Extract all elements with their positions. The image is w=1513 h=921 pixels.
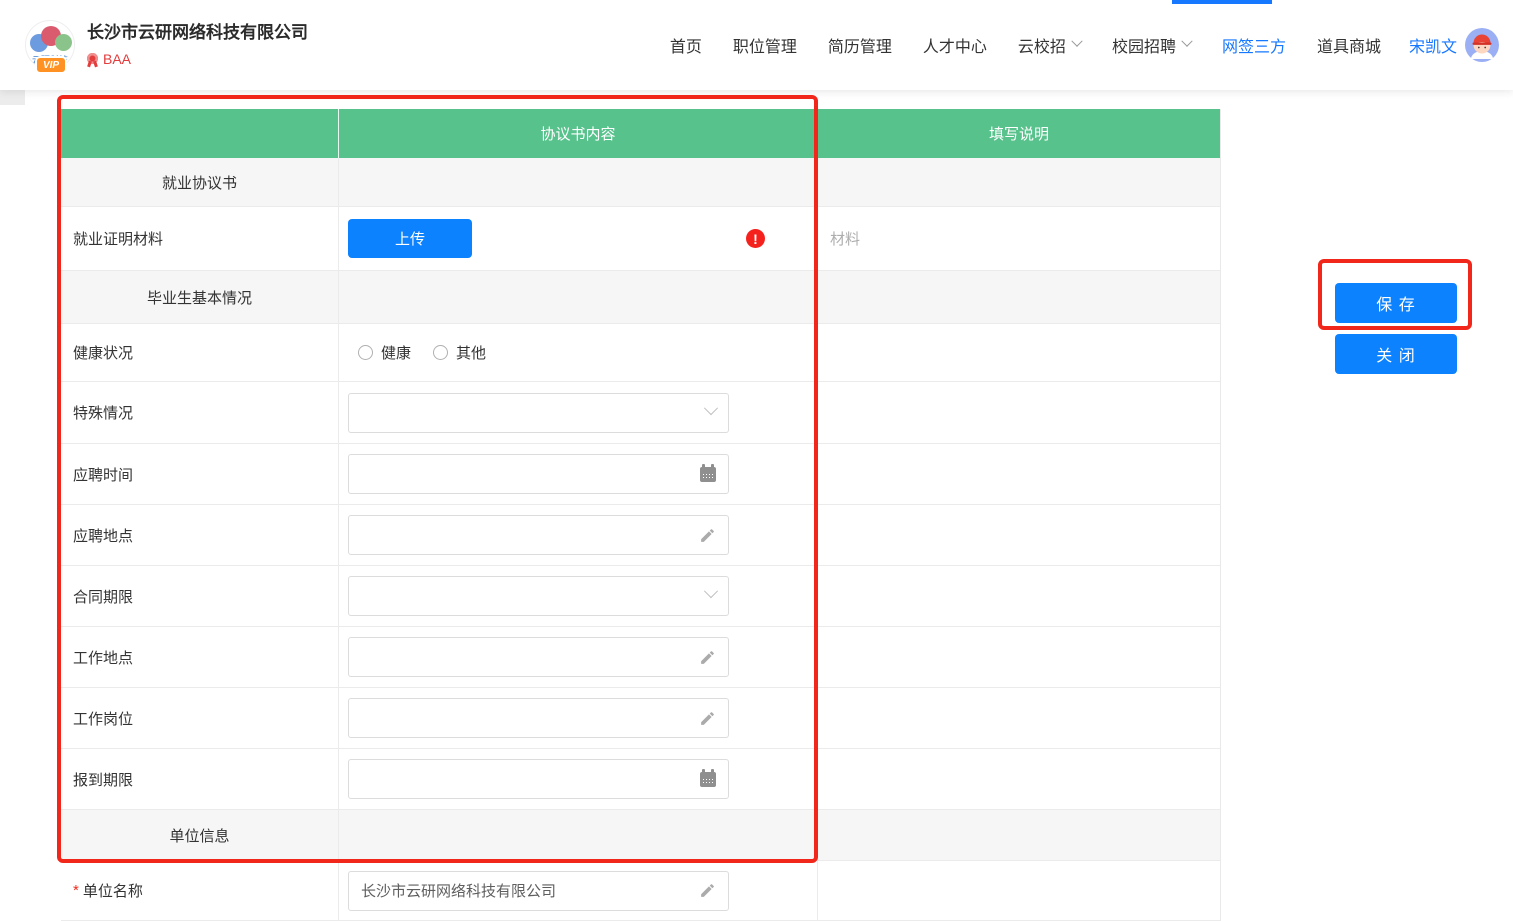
field-row-apply-time: 应聘时间 [61, 444, 1220, 505]
radio-icon[interactable] [358, 345, 373, 360]
header-cell-agreement-content: 协议书内容 [339, 109, 818, 158]
section-title: 单位信息 [73, 825, 338, 846]
section-title: 毕业生基本情况 [73, 287, 338, 308]
error-exclamation-icon: ! [746, 229, 765, 248]
nav-item-resumes[interactable]: 简历管理 [828, 33, 892, 57]
section-row-company-info: 单位信息 [61, 810, 1220, 861]
section-row-employment-agreement: 就业协议书 [61, 158, 1220, 207]
nav-item-props-mall[interactable]: 道具商城 [1317, 33, 1381, 57]
chevron-down-icon [1181, 35, 1192, 46]
report-deadline-datepicker[interactable] [348, 759, 729, 799]
field-row-special-situation: 特殊情况 [61, 382, 1220, 444]
pencil-icon [699, 882, 716, 899]
field-label: 就业证明材料 [61, 207, 339, 270]
calendar-icon [700, 772, 716, 787]
agreement-table: 协议书内容 填写说明 就业协议书 就业证明材料 上传 ! 材料 毕业生基本情况 … [61, 109, 1221, 921]
health-radio-healthy[interactable]: 健康 [358, 342, 411, 363]
required-asterisk: * [73, 882, 79, 899]
field-row-health-status: 健康状况 健康 其他 [61, 324, 1220, 382]
apply-place-input[interactable] [348, 515, 729, 555]
brand-block: 长沙市云研网络科技有限公司 BAA [87, 23, 308, 66]
vip-badge: VIP [35, 56, 67, 74]
pencil-icon [699, 527, 716, 544]
nav-item-jobs[interactable]: 职位管理 [733, 33, 797, 57]
main-nav: 首页 职位管理 简历管理 人才中心 云校招 校园招聘 网签三方 道具商城 [670, 33, 1381, 57]
upload-button[interactable]: 上传 [348, 219, 472, 258]
field-label: 报到期限 [61, 749, 339, 809]
nav-item-cloud-campus[interactable]: 云校招 [1018, 33, 1081, 57]
active-tab-indicator [1172, 0, 1272, 4]
company-name: 长沙市云研网络科技有限公司 [87, 23, 308, 43]
table-header-row: 协议书内容 填写说明 [61, 109, 1220, 158]
field-label: 合同期限 [61, 566, 339, 626]
pencil-icon [699, 649, 716, 666]
field-label: * 单位名称 [61, 861, 339, 920]
field-label: 应聘时间 [61, 444, 339, 504]
field-label: 应聘地点 [61, 505, 339, 565]
work-place-input[interactable] [348, 637, 729, 677]
section-row-graduate-info: 毕业生基本情况 [61, 271, 1220, 324]
user-name[interactable]: 宋凯文 [1409, 33, 1457, 57]
medal-icon [87, 53, 98, 64]
header-cell-fill-instructions: 填写说明 [818, 109, 1220, 158]
contract-term-select[interactable] [348, 576, 729, 616]
field-row-work-post: 工作岗位 [61, 688, 1220, 749]
chevron-down-icon [1071, 35, 1082, 46]
close-button[interactable]: 关 闭 [1335, 334, 1457, 374]
chevron-down-icon [704, 584, 718, 598]
chevron-down-icon [704, 401, 718, 415]
health-radio-other[interactable]: 其他 [433, 342, 486, 363]
field-row-company-name: * 单位名称 长沙市云研网络科技有限公司 [61, 861, 1220, 921]
field-label: 工作地点 [61, 627, 339, 687]
scroll-corner [0, 90, 25, 105]
company-grade-badge: BAA [103, 51, 131, 67]
avatar[interactable] [1465, 28, 1499, 62]
nav-item-campus-recruit[interactable]: 校园招聘 [1112, 33, 1191, 57]
field-row-employment-proof: 就业证明材料 上传 ! 材料 [61, 207, 1220, 271]
company-name-input[interactable]: 长沙市云研网络科技有限公司 [348, 871, 729, 911]
save-button[interactable]: 保 存 [1335, 283, 1457, 323]
pencil-icon [699, 710, 716, 727]
calendar-icon [700, 467, 716, 482]
app-header: 云研科技 VIP 长沙市云研网络科技有限公司 BAA 首页 职位管理 简历管理 … [0, 0, 1513, 90]
nav-item-online-sign[interactable]: 网签三方 [1222, 33, 1286, 57]
field-row-report-deadline: 报到期限 [61, 749, 1220, 810]
field-row-apply-place: 应聘地点 [61, 505, 1220, 566]
special-situation-select[interactable] [348, 393, 729, 433]
health-radio-group: 健康 其他 [358, 342, 486, 363]
balloon-green-icon [55, 34, 72, 51]
header-cell-empty [61, 109, 339, 158]
field-label: 工作岗位 [61, 688, 339, 748]
radio-icon[interactable] [433, 345, 448, 360]
work-post-input[interactable] [348, 698, 729, 738]
field-label: 特殊情况 [61, 382, 339, 443]
nav-item-home[interactable]: 首页 [670, 33, 702, 57]
company-logo: 云研科技 VIP [25, 20, 75, 70]
user-area[interactable]: 宋凯文 [1409, 28, 1499, 62]
apply-time-datepicker[interactable] [348, 454, 729, 494]
field-label: 健康状况 [61, 324, 339, 381]
section-title: 就业协议书 [73, 172, 338, 193]
nav-item-talent-center[interactable]: 人才中心 [923, 33, 987, 57]
field-row-contract-term: 合同期限 [61, 566, 1220, 627]
fill-instruction-note: 材料 [830, 228, 860, 249]
field-row-work-place: 工作地点 [61, 627, 1220, 688]
